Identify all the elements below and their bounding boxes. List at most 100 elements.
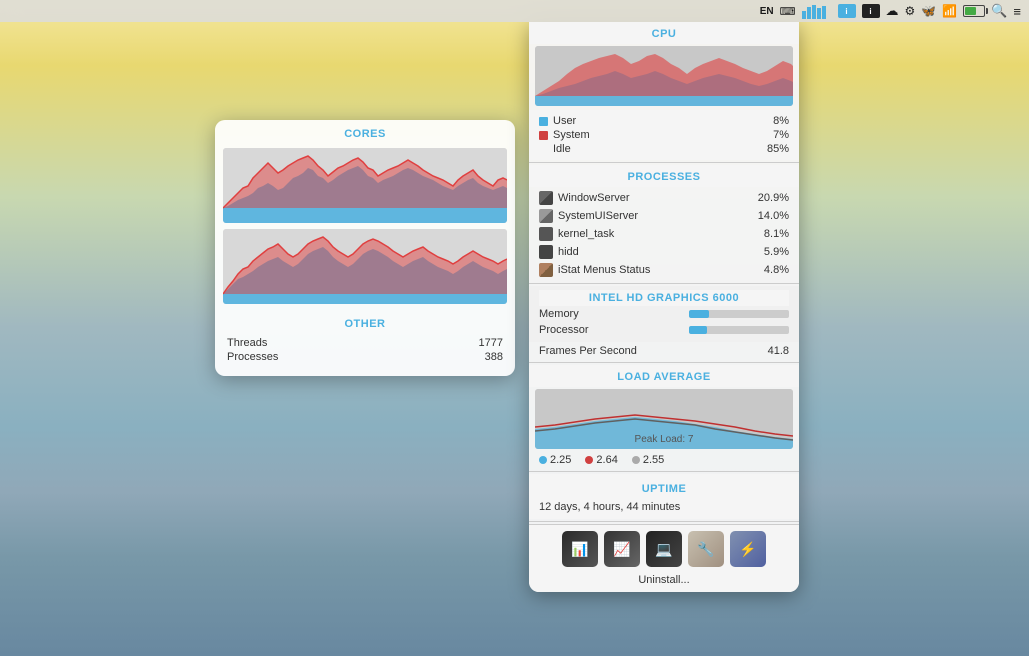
- processes-row: Processes 388: [227, 350, 503, 364]
- menubar-butterfly[interactable]: 🦋: [921, 4, 936, 18]
- bottom-icon-1[interactable]: 📊: [562, 531, 598, 567]
- other-title: OTHER: [227, 314, 503, 336]
- processes-list: WindowServer 20.9% SystemUIServer 14.0% …: [529, 187, 799, 281]
- window-server-icon: [539, 191, 553, 205]
- memory-bar-container: [689, 310, 789, 318]
- processes-label: Processes: [227, 351, 278, 363]
- fps-label: Frames Per Second: [539, 345, 637, 357]
- load-value-2: 2.64: [596, 454, 617, 466]
- system-label: System: [553, 129, 590, 141]
- menubar-istat-dark[interactable]: i: [862, 4, 880, 18]
- user-label: User: [553, 115, 576, 127]
- threads-label: Threads: [227, 337, 267, 349]
- load-item-3: 2.55: [632, 454, 664, 466]
- load-value-3: 2.55: [643, 454, 664, 466]
- idle-value: 85%: [767, 143, 789, 155]
- user-legend-row: User 8%: [539, 114, 789, 128]
- memory-bar-row: Memory: [539, 306, 789, 322]
- fps-value: 41.8: [768, 345, 789, 357]
- peak-load-label: Peak Load: 7: [635, 434, 694, 445]
- process-name-kernel: kernel_task: [558, 228, 614, 240]
- load-item-1: 2.25: [539, 454, 571, 466]
- system-value: 7%: [773, 129, 789, 141]
- divider-3: [529, 362, 799, 363]
- gpu-title: INTEL HD GRAPHICS 6000: [539, 290, 789, 306]
- threads-row: Threads 1777: [227, 336, 503, 350]
- core1-graph: [223, 148, 507, 223]
- menubar-keyboard[interactable]: ⌨: [780, 5, 796, 18]
- menubar-search[interactable]: 🔍: [991, 3, 1007, 19]
- hidd-icon: [539, 245, 553, 259]
- menubar-cloud[interactable]: ☁: [886, 3, 899, 19]
- systemui-icon: [539, 209, 553, 223]
- user-dot: [539, 117, 548, 126]
- process-row: iStat Menus Status 4.8%: [529, 261, 799, 279]
- bottom-icon-3[interactable]: 💻: [646, 531, 682, 567]
- cpu-graph: [535, 46, 793, 106]
- process-row: hidd 5.9%: [529, 243, 799, 261]
- process-row: SystemUIServer 14.0%: [529, 207, 799, 225]
- kernel-icon: [539, 227, 553, 241]
- process-value-windowserver: 20.9%: [758, 192, 789, 204]
- load-value-1: 2.25: [550, 454, 571, 466]
- process-row: kernel_task 8.1%: [529, 225, 799, 243]
- processes-value: 388: [485, 351, 503, 363]
- uptime-section: UPTIME 12 days, 4 hours, 44 minutes: [529, 474, 799, 519]
- menubar-battery[interactable]: [963, 5, 985, 17]
- process-value-istat: 4.8%: [764, 264, 789, 276]
- cores-title: CORES: [215, 120, 515, 144]
- load-graph: Peak Load: 7: [535, 389, 793, 449]
- divider-2: [529, 283, 799, 284]
- process-value-systemui: 14.0%: [758, 210, 789, 222]
- process-name-systemui: SystemUIServer: [558, 210, 638, 222]
- idle-label: Idle: [553, 143, 571, 155]
- menubar-lang[interactable]: EN: [760, 6, 774, 17]
- load-dot-3: [632, 456, 640, 464]
- bottom-icon-4[interactable]: 🔧: [688, 531, 724, 567]
- menubar-istat-blue[interactable]: i: [838, 4, 856, 18]
- menubar-menu[interactable]: ≡: [1013, 4, 1021, 19]
- uptime-title: UPTIME: [539, 477, 789, 499]
- load-legend: 2.25 2.64 2.55: [529, 451, 799, 469]
- system-legend-row: System 7%: [539, 128, 789, 142]
- process-row: WindowServer 20.9%: [529, 189, 799, 207]
- process-value-kernel: 8.1%: [764, 228, 789, 240]
- memory-bar-fill: [689, 310, 709, 318]
- istat-icon: [539, 263, 553, 277]
- threads-value: 1777: [479, 337, 503, 349]
- load-item-2: 2.64: [585, 454, 617, 466]
- memory-label: Memory: [539, 308, 579, 320]
- processor-label: Processor: [539, 324, 589, 336]
- cores-panel: CORES OTHER Threads 1777 Processes: [215, 120, 515, 376]
- gpu-section: INTEL HD GRAPHICS 6000 Memory Processor: [529, 286, 799, 342]
- cpu-section-title: CPU: [529, 22, 799, 44]
- menubar-istat-bar[interactable]: [802, 3, 832, 19]
- bottom-icon-2[interactable]: 📈: [604, 531, 640, 567]
- process-name-windowserver: WindowServer: [558, 192, 630, 204]
- cpu-panel: CPU User 8% System 7% Id: [529, 22, 799, 592]
- process-name-istat: iStat Menus Status: [558, 264, 650, 276]
- user-value: 8%: [773, 115, 789, 127]
- process-value-hidd: 5.9%: [764, 246, 789, 258]
- divider-4: [529, 471, 799, 472]
- uninstall-row[interactable]: Uninstall...: [529, 571, 799, 592]
- divider-5: [529, 521, 799, 522]
- uninstall-label: Uninstall...: [638, 574, 689, 586]
- system-dot: [539, 131, 548, 140]
- process-name-hidd: hidd: [558, 246, 579, 258]
- processor-bar-fill: [689, 326, 707, 334]
- core2-graph: [223, 229, 507, 304]
- bottom-icons: 📊 📈 💻 🔧 ⚡: [529, 524, 799, 571]
- processor-bar-row: Processor: [539, 322, 789, 338]
- menubar-wifi[interactable]: 📶: [942, 4, 957, 18]
- fps-row: Frames Per Second 41.8: [529, 342, 799, 360]
- load-title: LOAD AVERAGE: [529, 365, 799, 387]
- other-section: OTHER Threads 1777 Processes 388: [215, 308, 515, 376]
- load-dot-1: [539, 456, 547, 464]
- menubar-settings[interactable]: ⚙: [905, 4, 916, 18]
- cpu-legend: User 8% System 7% Idle 85%: [529, 110, 799, 160]
- idle-legend-row: Idle 85%: [539, 142, 789, 156]
- divider-1: [529, 162, 799, 163]
- uptime-value: 12 days, 4 hours, 44 minutes: [539, 499, 789, 515]
- bottom-icon-5[interactable]: ⚡: [730, 531, 766, 567]
